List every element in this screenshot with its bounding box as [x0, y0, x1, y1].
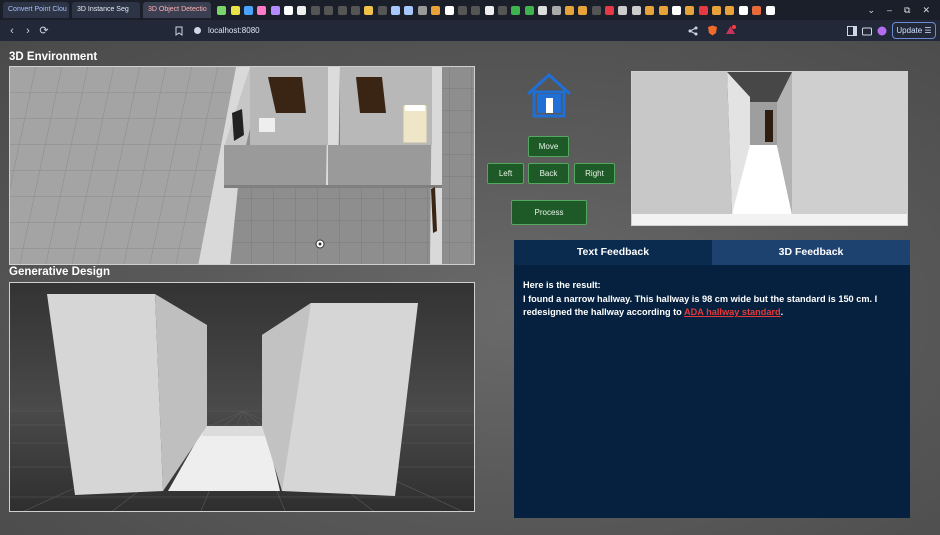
browser-address-bar: ‹ › ⟳ localhost:8080 Update ☰ [0, 20, 940, 41]
tab-favicon-icon[interactable] [431, 5, 441, 15]
update-label: Update [896, 26, 923, 35]
tab-favicon-icon[interactable] [297, 5, 307, 15]
tab-favicon-icon[interactable] [230, 5, 240, 15]
tab-favicon-icon[interactable] [631, 5, 641, 15]
tab-favicon-icon[interactable] [484, 5, 494, 15]
tab-text-feedback[interactable]: Text Feedback [514, 240, 712, 265]
tab-3d-feedback[interactable]: 3D Feedback [712, 240, 910, 265]
feedback-content: Here is the result: I found a narrow hal… [514, 265, 910, 334]
bookmark-icon[interactable] [175, 26, 183, 36]
window-controls: ⌄ – ⧉ ✕ [867, 0, 940, 20]
camera-view[interactable] [631, 71, 908, 226]
generative-title: Generative Design [9, 266, 110, 278]
pinned-tab-icons [215, 5, 777, 15]
tab-favicon-icon[interactable] [671, 5, 681, 15]
feedback-heading: Here is the result: [523, 280, 601, 290]
tab-favicon-icon[interactable] [471, 5, 481, 15]
tab-favicon-icon[interactable] [765, 5, 775, 15]
tab-favicon-icon[interactable] [257, 5, 267, 15]
environment-viewport[interactable] [9, 66, 475, 265]
generative-viewport[interactable] [9, 282, 475, 512]
tab-favicon-icon[interactable] [350, 5, 360, 15]
reload-icon[interactable]: ⟳ [36, 24, 52, 37]
tab-favicon-icon[interactable] [618, 5, 628, 15]
environment-scene [10, 67, 474, 264]
close-window-icon[interactable]: ✕ [922, 5, 930, 16]
tab-favicon-icon[interactable] [524, 5, 534, 15]
tab-favicon-icon[interactable] [698, 5, 708, 15]
tab-favicon-icon[interactable] [284, 5, 294, 15]
tab-favicon-icon[interactable] [538, 5, 548, 15]
share-icon[interactable] [688, 26, 698, 36]
tab-favicon-icon[interactable] [217, 5, 227, 15]
tab-favicon-icon[interactable] [364, 5, 374, 15]
tab-3d-instance-seg[interactable]: 3D Instance Seg [72, 2, 140, 18]
tab-favicon-icon[interactable] [605, 5, 615, 15]
tab-favicon-icon[interactable] [498, 5, 508, 15]
move-button[interactable]: Move [528, 136, 569, 157]
tab-favicon-icon[interactable] [578, 5, 588, 15]
feedback-message: I found a narrow hallway. This hallway i… [523, 293, 901, 320]
restore-icon[interactable]: ⧉ [904, 5, 910, 16]
sidebar-icon[interactable] [847, 26, 857, 36]
brave-shield-icon[interactable] [707, 25, 718, 36]
back-button[interactable]: Back [528, 163, 569, 184]
app-page: 3D Environment Generative Design Move Le… [0, 41, 940, 535]
tab-favicon-icon[interactable] [243, 5, 253, 15]
tab-list-dropdown-icon[interactable]: ⌄ [867, 5, 875, 16]
wallet-icon[interactable] [862, 26, 872, 36]
tab-favicon-icon[interactable] [591, 5, 601, 15]
site-info-icon[interactable] [193, 26, 202, 35]
tab-favicon-icon[interactable] [377, 5, 387, 15]
camera-scene [632, 72, 907, 225]
tab-favicon-icon[interactable] [417, 5, 427, 15]
ada-standard-link[interactable]: ADA hallway standard [684, 307, 781, 317]
tab-convert-point-cloud[interactable]: Convert Point Clou [3, 2, 69, 18]
environment-title: 3D Environment [9, 51, 98, 63]
back-icon[interactable]: ‹ [4, 25, 20, 37]
tab-favicon-icon[interactable] [391, 5, 401, 15]
tab-favicon-icon[interactable] [511, 5, 521, 15]
leo-icon[interactable] [877, 26, 887, 36]
tab-favicon-icon[interactable] [324, 5, 334, 15]
feedback-tabs: Text Feedback 3D Feedback [514, 240, 910, 265]
tab-favicon-icon[interactable] [270, 5, 280, 15]
tab-favicon-icon[interactable] [725, 5, 735, 15]
tab-3d-object-detection[interactable]: 3D Object Detectio [143, 2, 211, 18]
tab-favicon-icon[interactable] [444, 5, 454, 15]
url-field[interactable]: localhost:8080 [175, 23, 735, 38]
tab-favicon-icon[interactable] [658, 5, 668, 15]
feedback-panel: Text Feedback 3D Feedback Here is the re… [514, 240, 910, 518]
tab-favicon-icon[interactable] [564, 5, 574, 15]
process-button[interactable]: Process [511, 200, 587, 225]
tab-favicon-icon[interactable] [310, 5, 320, 15]
home-icon[interactable] [525, 72, 573, 118]
tab-favicon-icon[interactable] [752, 5, 762, 15]
tab-favicon-icon[interactable] [645, 5, 655, 15]
tab-favicon-icon[interactable] [457, 5, 467, 15]
browser-tab-bar: Convert Point Clou 3D Instance Seg 3D Ob… [0, 0, 940, 20]
tab-favicon-icon[interactable] [551, 5, 561, 15]
tab-favicon-icon[interactable] [738, 5, 748, 15]
tab-favicon-icon[interactable] [685, 5, 695, 15]
forward-icon[interactable]: › [20, 25, 36, 37]
update-button[interactable]: Update ☰ [892, 22, 936, 39]
rewards-icon[interactable] [725, 25, 736, 36]
tab-favicon-icon[interactable] [337, 5, 347, 15]
feedback-text-end: . [780, 307, 784, 317]
minimize-icon[interactable]: – [887, 5, 892, 15]
left-button[interactable]: Left [487, 163, 524, 184]
right-button[interactable]: Right [574, 163, 615, 184]
generative-scene [10, 283, 474, 511]
tab-favicon-icon[interactable] [404, 5, 414, 15]
tab-favicon-icon[interactable] [712, 5, 722, 15]
url-text: localhost:8080 [208, 26, 260, 35]
